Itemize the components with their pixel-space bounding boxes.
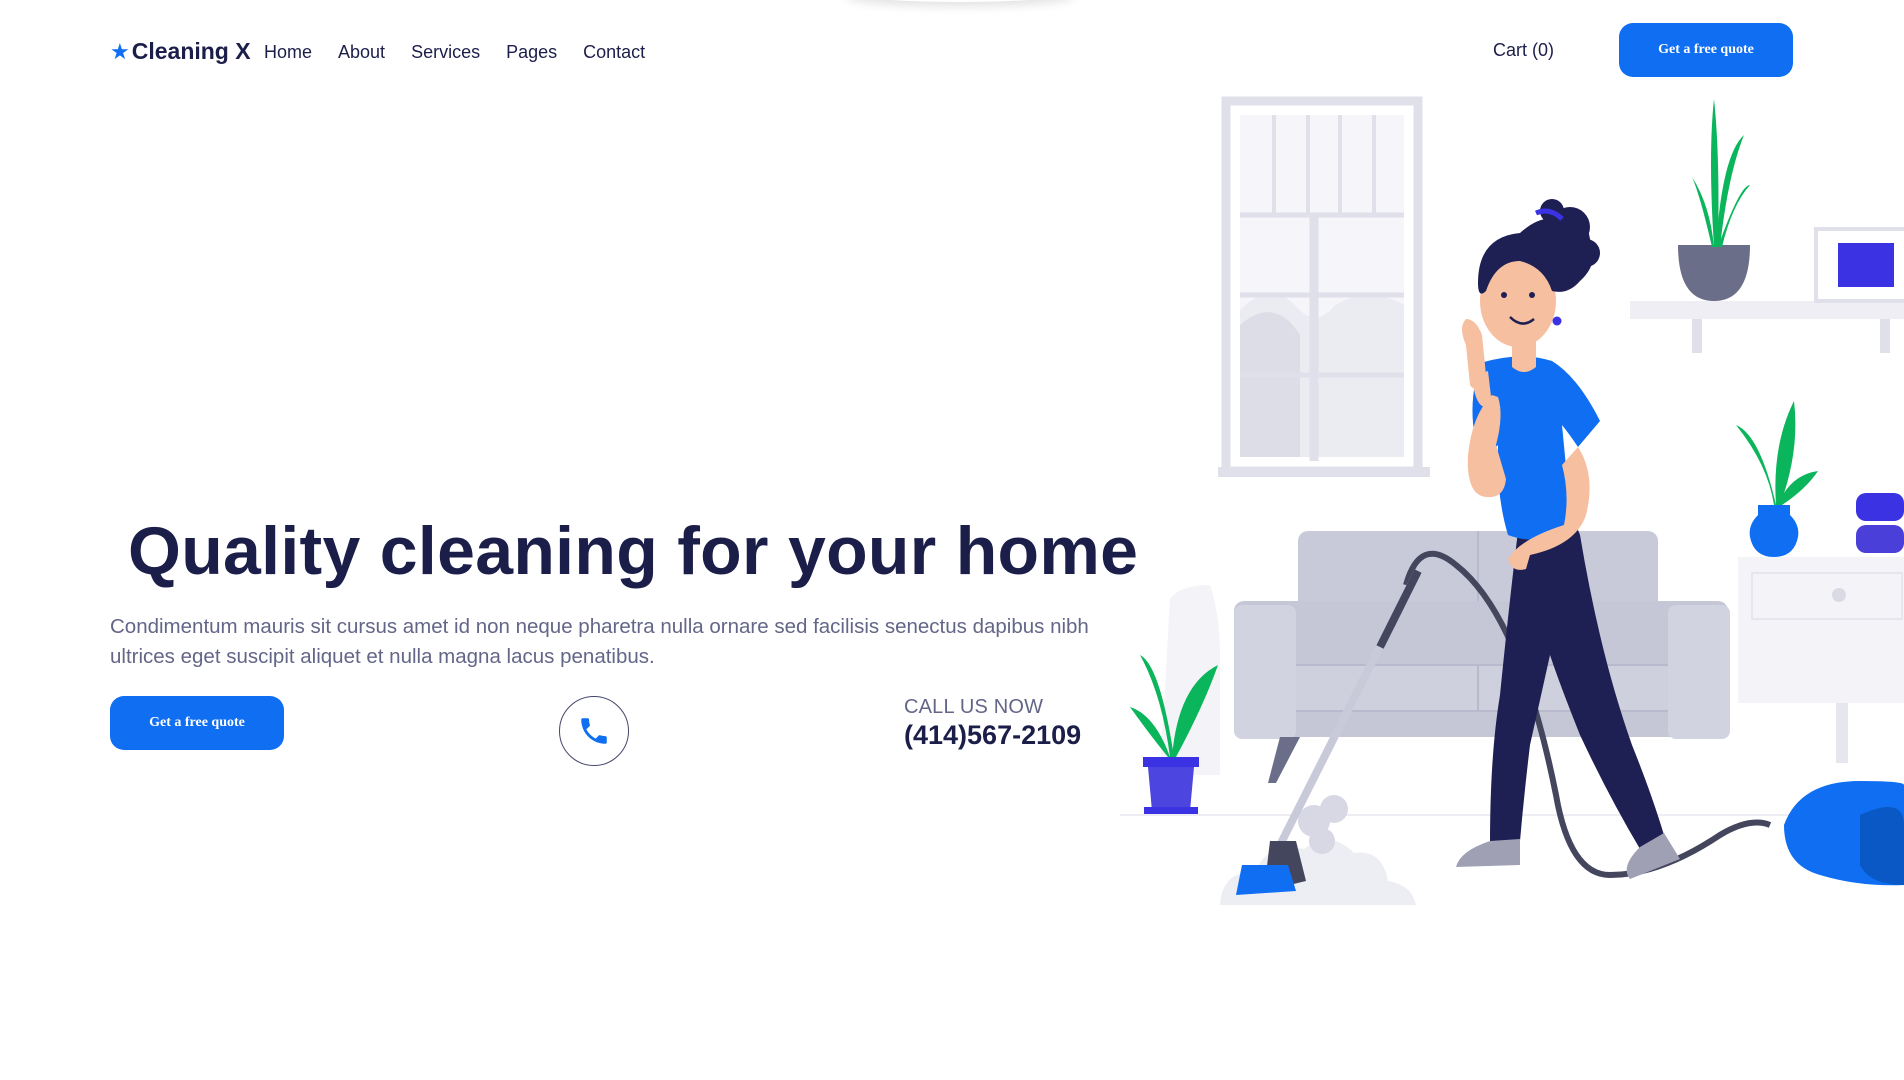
woman-vacuuming-illustration [1120,96,1904,905]
hero-description: Condimentum mauris sit cursus amet id no… [110,615,1089,668]
window [1218,96,1430,477]
logo-text: Cleaning X [131,38,251,64]
call-us-label: CALL US NOW [904,696,1044,718]
cart-link[interactable]: Cart (0) [1493,40,1554,61]
logo[interactable]: ★ Cleaning X [110,38,251,65]
floor-plant [1130,585,1220,815]
hero-title: Quality cleaning for your home [128,513,1139,589]
phone-icon [581,718,607,744]
nav-home[interactable]: Home [264,42,312,63]
nav-contact[interactable]: Contact [583,42,645,63]
top-shadow [845,0,1075,2]
wall-shelf [1630,99,1904,353]
nav-about[interactable]: About [338,42,385,63]
nav-services[interactable]: Services [411,42,480,63]
sofa [1234,531,1730,783]
nav-pages[interactable]: Pages [506,42,557,63]
hero-quote-button[interactable]: Get a free quote [110,696,284,750]
star-icon: ★ [110,38,130,64]
main-nav: Home About Services Pages Contact [264,42,671,63]
landing-page: ★ Cleaning X Home About Services Pages C… [0,0,1904,1080]
header-quote-button[interactable]: Get a free quote [1619,23,1793,77]
vase-plant [1736,401,1818,557]
phone-number[interactable]: (414)567-2109 [904,720,1081,751]
phone-call-button[interactable] [559,696,629,766]
